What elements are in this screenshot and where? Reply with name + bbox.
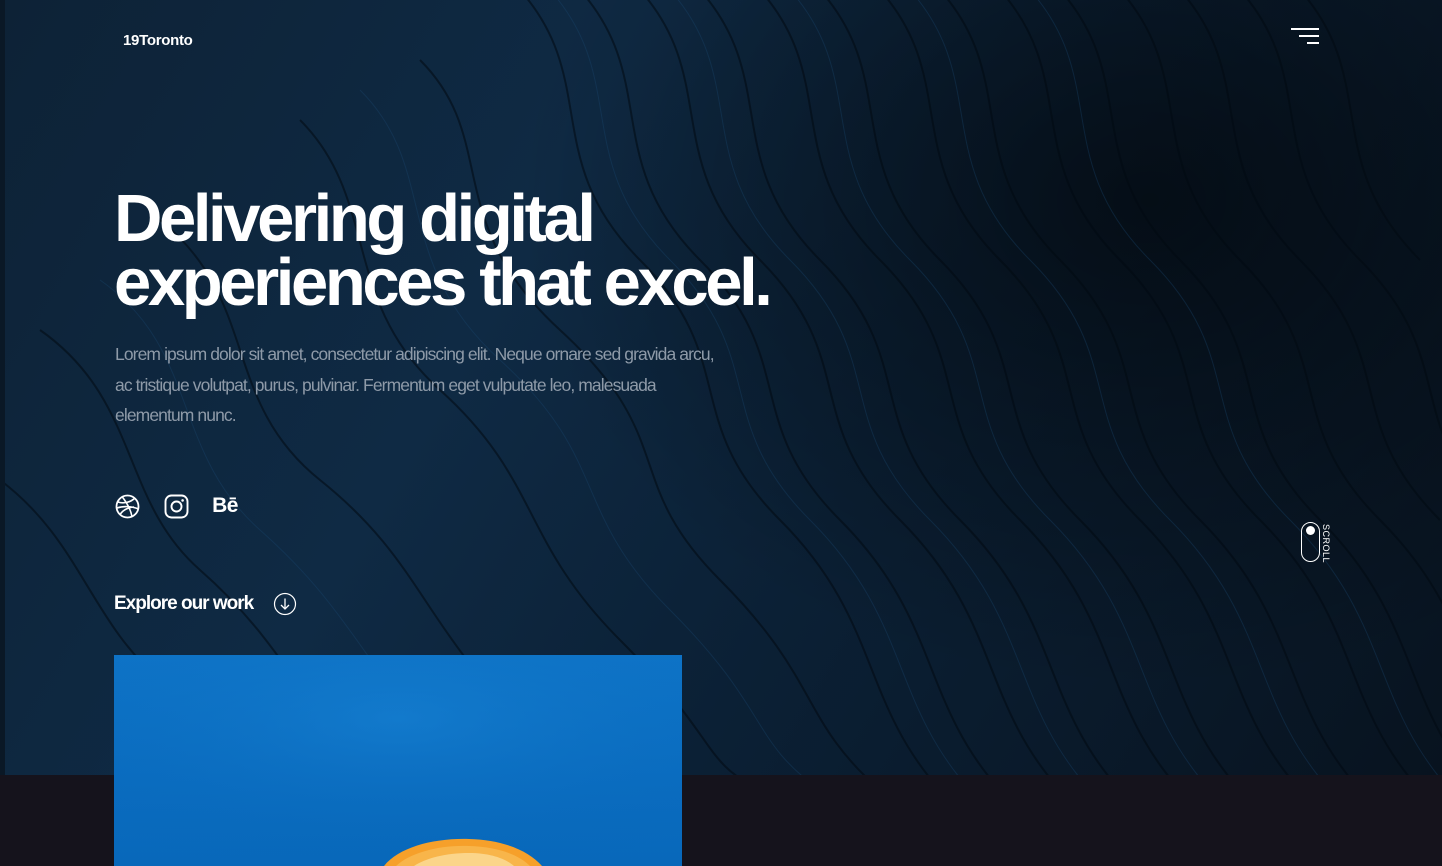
- explore-label: Explore our work: [114, 593, 254, 614]
- social-links: Bē: [114, 492, 261, 520]
- dribbble-link[interactable]: [114, 492, 140, 520]
- hamburger-menu-icon-line: [1307, 42, 1319, 44]
- hamburger-menu-icon: [1291, 28, 1319, 30]
- hero-left-edge: [0, 0, 5, 775]
- page: 19Toronto Delivering digital experiences…: [0, 0, 1442, 866]
- behance-icon: Bē: [212, 494, 238, 517]
- orange-slice-image: [114, 655, 682, 866]
- arrow-down-circle-icon: [274, 592, 297, 616]
- explore-our-work-link[interactable]: Explore our work: [114, 592, 297, 616]
- hero-lead-text: Lorem ipsum dolor sit amet, consectetur …: [115, 344, 715, 425]
- instagram-link[interactable]: [163, 492, 189, 520]
- hero-headline-line2: experiences that excel.: [114, 245, 773, 320]
- featured-work-image[interactable]: [114, 655, 682, 866]
- site-logo[interactable]: 19Toronto: [123, 32, 193, 49]
- menu-button[interactable]: [1288, 26, 1322, 48]
- scroll-indicator[interactable]: SCROLL: [1301, 522, 1337, 564]
- dribbble-icon: [115, 494, 139, 518]
- hero-headline: Delivering digital experiences that exce…: [114, 185, 874, 316]
- mouse-scroll-icon: [1301, 522, 1320, 562]
- scroll-label: SCROLL: [1321, 524, 1331, 564]
- scroll-dot: [1306, 526, 1315, 535]
- behance-link[interactable]: Bē: [212, 492, 238, 520]
- hamburger-menu-icon-line: [1299, 35, 1319, 37]
- instagram-icon: [164, 494, 188, 518]
